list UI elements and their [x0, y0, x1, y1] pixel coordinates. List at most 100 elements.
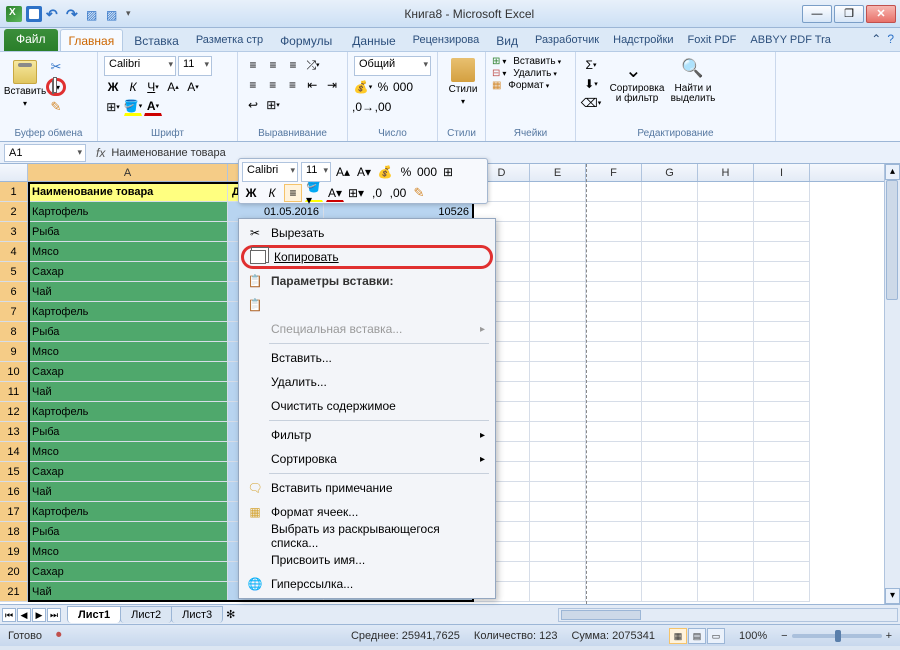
align-right-button[interactable]: ≡ [284, 76, 302, 94]
cell[interactable] [530, 382, 586, 402]
row-header[interactable]: 20 [0, 562, 28, 582]
cell[interactable] [698, 302, 754, 322]
col-header-f[interactable]: F [586, 164, 642, 181]
cell[interactable] [698, 362, 754, 382]
cell[interactable] [754, 242, 810, 262]
underline-button[interactable]: Ч▾ [144, 78, 162, 96]
cell[interactable]: Чай [28, 582, 228, 602]
cell[interactable] [586, 242, 642, 262]
ctx-hyperlink[interactable]: 🌐Гиперссылка... [241, 572, 493, 596]
sort-filter-button[interactable]: ⌄ Сортировка и фильтр [608, 56, 666, 112]
align-left-button[interactable]: ≡ [244, 76, 262, 94]
font-size-dropdown[interactable]: 11 [178, 56, 212, 76]
cell[interactable] [642, 182, 698, 202]
cell[interactable] [586, 182, 642, 202]
tab-insert[interactable]: Вставка [125, 29, 188, 51]
sheet-nav-last[interactable]: ⏭ [47, 608, 61, 622]
cell[interactable] [530, 302, 586, 322]
mini-comma[interactable]: 000 [418, 163, 436, 181]
cell[interactable]: Сахар [28, 562, 228, 582]
tab-foxit[interactable]: Foxit PDF [681, 29, 742, 51]
cell[interactable] [642, 382, 698, 402]
cell[interactable] [586, 582, 642, 602]
cell[interactable]: Рыба [28, 522, 228, 542]
indent-inc-button[interactable]: ⇥ [323, 76, 341, 94]
cell[interactable] [642, 542, 698, 562]
cell[interactable] [642, 282, 698, 302]
row-header[interactable]: 10 [0, 362, 28, 382]
sheet-nav-prev[interactable]: ◀ [17, 608, 31, 622]
cell[interactable] [754, 462, 810, 482]
row-header[interactable]: 6 [0, 282, 28, 302]
tab-abbyy[interactable]: ABBYY PDF Tra [744, 29, 837, 51]
font-name-dropdown[interactable]: Calibri [104, 56, 176, 76]
qat-book-icon[interactable] [86, 6, 102, 22]
fx-icon[interactable] [90, 146, 111, 160]
cell[interactable] [754, 542, 810, 562]
ribbon-minimize-icon[interactable]: ⌃ [871, 32, 881, 46]
cell[interactable] [530, 542, 586, 562]
row-header[interactable]: 21 [0, 582, 28, 602]
cell[interactable] [530, 582, 586, 602]
cell[interactable] [530, 502, 586, 522]
tab-page-layout[interactable]: Разметка стр [190, 29, 269, 51]
font-color-button[interactable]: A▾ [144, 98, 162, 116]
cell[interactable] [698, 502, 754, 522]
delete-cells-button[interactable]: ⊟▾ Удалить▾ [492, 68, 569, 79]
cell[interactable] [642, 502, 698, 522]
mini-accounting[interactable]: 💰 [376, 163, 394, 181]
row-header[interactable]: 16 [0, 482, 28, 502]
ctx-copy[interactable]: Копировать [241, 245, 493, 269]
cell[interactable] [698, 242, 754, 262]
cell[interactable] [586, 282, 642, 302]
cell[interactable]: Наименование товара [28, 182, 228, 202]
row-header[interactable]: 19 [0, 542, 28, 562]
mini-align-center[interactable]: ≡ [284, 184, 302, 202]
cell[interactable] [754, 442, 810, 462]
file-tab[interactable]: Файл [4, 29, 58, 51]
cell[interactable] [754, 422, 810, 442]
cell[interactable] [754, 502, 810, 522]
styles-button[interactable]: Стили▾ [444, 56, 482, 112]
cell[interactable] [530, 562, 586, 582]
cell[interactable] [642, 402, 698, 422]
row-header[interactable]: 5 [0, 262, 28, 282]
row-header[interactable]: 9 [0, 342, 28, 362]
cell[interactable] [754, 382, 810, 402]
borders-button[interactable]: ⊞▾ [104, 98, 122, 116]
cell[interactable] [642, 262, 698, 282]
cell[interactable] [698, 482, 754, 502]
comma-button[interactable]: 000 [394, 78, 412, 96]
wrap-text-button[interactable]: ↩ [244, 96, 262, 114]
cell[interactable] [754, 262, 810, 282]
ctx-format-cells[interactable]: ▦Формат ячеек... [241, 500, 493, 524]
row-header[interactable]: 3 [0, 222, 28, 242]
cell[interactable] [642, 222, 698, 242]
cell[interactable] [698, 222, 754, 242]
cell[interactable] [586, 562, 642, 582]
sheet-tab-2[interactable]: Лист2 [120, 606, 172, 623]
cell[interactable]: Картофель [28, 502, 228, 522]
cell[interactable] [586, 522, 642, 542]
cell[interactable]: Сахар [28, 462, 228, 482]
cell[interactable] [754, 302, 810, 322]
help-icon[interactable]: ? [887, 32, 894, 46]
cell[interactable]: Чай [28, 382, 228, 402]
mini-dec-dec[interactable]: ,00 [389, 184, 407, 202]
cell[interactable] [642, 462, 698, 482]
cell[interactable] [754, 322, 810, 342]
cell[interactable] [530, 402, 586, 422]
cell[interactable] [642, 342, 698, 362]
cell[interactable] [642, 202, 698, 222]
cell[interactable] [530, 262, 586, 282]
merge-button[interactable]: ⊞▾ [264, 96, 282, 114]
cell[interactable] [754, 362, 810, 382]
row-header[interactable]: 14 [0, 442, 28, 462]
zoom-in-button[interactable]: + [886, 630, 892, 642]
cell[interactable] [530, 222, 586, 242]
indent-dec-button[interactable]: ⇤ [303, 76, 321, 94]
mini-font-size[interactable]: 11 [301, 162, 331, 182]
row-header[interactable]: 18 [0, 522, 28, 542]
row-header[interactable]: 2 [0, 202, 28, 222]
hscroll-thumb[interactable] [561, 610, 641, 620]
